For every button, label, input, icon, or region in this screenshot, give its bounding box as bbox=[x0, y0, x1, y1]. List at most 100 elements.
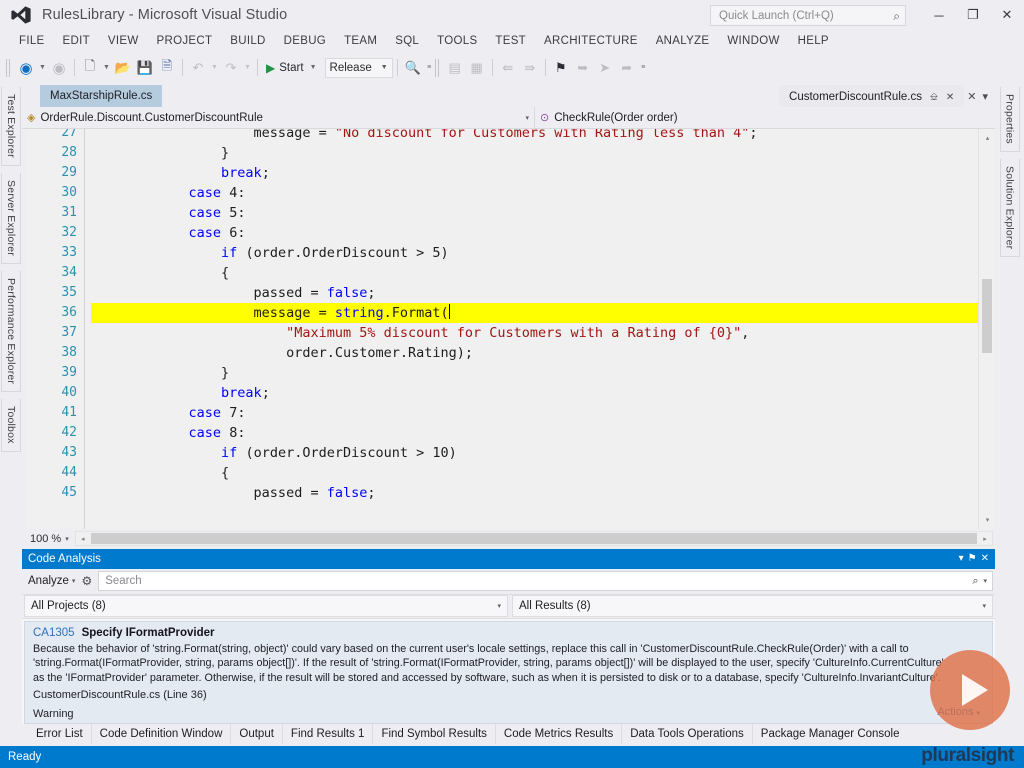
close-panel-icon[interactable]: ✕ bbox=[981, 553, 989, 564]
configuration-combo[interactable]: Release ▼ bbox=[324, 57, 393, 78]
restore-button[interactable]: ❐ bbox=[956, 0, 990, 30]
code-line[interactable]: { bbox=[91, 263, 995, 283]
code-analysis-results-list[interactable]: CA1305 Specify IFormatProvider Because t… bbox=[22, 618, 995, 724]
pin-panel-icon[interactable]: ⚑ bbox=[968, 553, 977, 564]
document-tab-customerdiscountrule[interactable]: CustomerDiscountRule.cs ⎒ ✕ bbox=[779, 85, 965, 107]
analyze-button[interactable]: Analyze bbox=[28, 575, 69, 587]
undo-dropdown-icon[interactable]: ▼ bbox=[209, 57, 220, 79]
new-project-dropdown-icon[interactable]: ▼ bbox=[101, 57, 112, 79]
save-all-icon[interactable]: 🗎 bbox=[156, 57, 178, 79]
hscrollbar-thumb[interactable] bbox=[90, 533, 977, 544]
uncomment-icon[interactable]: ▦ bbox=[466, 57, 488, 79]
sidebar-item-solution-explorer[interactable]: Solution Explorer bbox=[999, 158, 1020, 258]
code-line[interactable]: break; bbox=[91, 383, 995, 403]
code-line[interactable]: case 6: bbox=[91, 223, 995, 243]
open-file-icon[interactable]: 📂 bbox=[112, 57, 134, 79]
tab-error-list[interactable]: Error List bbox=[28, 724, 92, 744]
zoom-level[interactable]: 100 % bbox=[22, 533, 65, 545]
code-text-area[interactable]: message = "No discount for Customers wit… bbox=[85, 129, 995, 529]
editor-vertical-scrollbar[interactable]: ▴ ▾ bbox=[978, 129, 995, 529]
navigate-back-dropdown-icon[interactable]: ▼ bbox=[37, 57, 48, 79]
code-line[interactable]: if (order.OrderDiscount > 10) bbox=[91, 443, 995, 463]
sidebar-item-performance-explorer[interactable]: Performance Explorer bbox=[1, 270, 21, 392]
editor-horizontal-scrollbar[interactable]: ◂ ▸ bbox=[74, 531, 993, 546]
save-icon[interactable]: 💾 bbox=[134, 57, 156, 79]
results-filter-dropdown[interactable]: All Results (8) ▾ bbox=[512, 595, 993, 617]
pin-tab-icon[interactable]: ⎒ bbox=[930, 92, 938, 103]
menu-project[interactable]: PROJECT bbox=[148, 33, 222, 49]
tab-find-symbol-results[interactable]: Find Symbol Results bbox=[373, 724, 496, 744]
member-dropdown[interactable]: ⊙ CheckRule(Order order) bbox=[535, 107, 683, 128]
find-in-files-icon[interactable]: 🔍 bbox=[402, 57, 424, 79]
navigate-forward-icon[interactable]: ◉ bbox=[48, 57, 70, 79]
type-dropdown[interactable]: ◈ OrderRule.Discount.CustomerDiscountRul… bbox=[22, 107, 535, 128]
gear-icon[interactable]: ⚙ bbox=[81, 574, 98, 588]
rule-source-location[interactable]: CustomerDiscountRule.cs (Line 36) bbox=[33, 689, 984, 701]
redo-icon[interactable]: ↷ bbox=[220, 57, 242, 79]
code-line[interactable]: case 8: bbox=[91, 423, 995, 443]
new-project-icon[interactable]: 🗋 bbox=[79, 57, 101, 79]
sidebar-item-properties[interactable]: Properties bbox=[999, 87, 1020, 152]
menu-file[interactable]: FILE bbox=[10, 33, 54, 49]
code-line[interactable]: order.Customer.Rating); bbox=[91, 343, 995, 363]
menu-window[interactable]: WINDOW bbox=[718, 33, 788, 49]
menu-edit[interactable]: EDIT bbox=[54, 33, 99, 49]
minimize-button[interactable]: ─ bbox=[922, 0, 956, 30]
projects-filter-dropdown[interactable]: All Projects (8) ▾ bbox=[24, 595, 508, 617]
search-options-icon[interactable]: ▾ bbox=[983, 577, 987, 585]
bookmark-icon[interactable]: ⚑ bbox=[550, 57, 572, 79]
previous-bookmark-icon[interactable]: ➤ bbox=[594, 57, 616, 79]
indent-icon[interactable]: ⇛ bbox=[519, 57, 541, 79]
tab-data-tools-operations[interactable]: Data Tools Operations bbox=[622, 724, 753, 744]
close-button[interactable]: ✕ bbox=[990, 0, 1024, 30]
menu-team[interactable]: TEAM bbox=[335, 33, 386, 49]
code-line[interactable]: case 5: bbox=[91, 203, 995, 223]
menu-test[interactable]: TEST bbox=[486, 33, 535, 49]
tab-package-manager-console[interactable]: Package Manager Console bbox=[753, 724, 908, 744]
panel-menu-icon[interactable]: ▾ bbox=[959, 553, 964, 564]
search-icon[interactable]: ⌕ bbox=[972, 575, 978, 588]
sidebar-item-test-explorer[interactable]: Test Explorer bbox=[1, 87, 21, 166]
code-editor[interactable]: 27 28 29 30 31 32 33 34 35 36 37 38 39 40 41 42 43 44 45 m… bbox=[22, 129, 995, 529]
analyze-dropdown-icon[interactable]: ▾ bbox=[69, 577, 82, 585]
sidebar-item-toolbox[interactable]: Toolbox bbox=[1, 398, 21, 452]
code-line[interactable]: { bbox=[91, 463, 995, 483]
undo-icon[interactable]: ↶ bbox=[187, 57, 209, 79]
quick-launch-input[interactable]: Quick Launch (Ctrl+Q) ⌕ bbox=[710, 5, 906, 26]
code-line[interactable]: if (order.OrderDiscount > 5) bbox=[91, 243, 995, 263]
menu-view[interactable]: VIEW bbox=[99, 33, 148, 49]
active-files-dropdown-icon[interactable]: ▾ bbox=[979, 90, 991, 103]
outdent-icon[interactable]: ⇚ bbox=[497, 57, 519, 79]
list-item[interactable]: CA1305 Specify IFormatProvider Because t… bbox=[24, 620, 993, 724]
code-line[interactable]: message = string.Format( bbox=[91, 303, 995, 323]
menu-help[interactable]: HELP bbox=[789, 33, 838, 49]
tab-find-results-1[interactable]: Find Results 1 bbox=[283, 724, 374, 744]
scroll-down-icon[interactable]: ▾ bbox=[979, 512, 995, 529]
rule-code[interactable]: CA1305 bbox=[33, 627, 75, 639]
clear-bookmarks-icon[interactable]: ➦ bbox=[616, 57, 638, 79]
toolbar-grip-2[interactable] bbox=[434, 58, 441, 77]
search-icon[interactable]: ⌕ bbox=[885, 10, 900, 22]
code-line[interactable]: case 4: bbox=[91, 183, 995, 203]
close-active-document-icon[interactable]: ✕ bbox=[964, 90, 979, 103]
tab-code-metrics-results[interactable]: Code Metrics Results bbox=[496, 724, 623, 744]
toolbar-grip[interactable] bbox=[6, 58, 12, 77]
scroll-up-icon[interactable]: ▴ bbox=[979, 129, 995, 146]
navigate-back-icon[interactable]: ◉ bbox=[15, 57, 37, 79]
code-line[interactable]: "Maximum 5% discount for Customers with … bbox=[91, 323, 995, 343]
close-tab-icon[interactable]: ✕ bbox=[946, 92, 954, 103]
scroll-left-icon[interactable]: ◂ bbox=[76, 535, 90, 543]
find-overflow-icon[interactable]: ≡ bbox=[424, 57, 435, 79]
code-line[interactable]: } bbox=[91, 143, 995, 163]
menu-analyze[interactable]: ANALYZE bbox=[647, 33, 719, 49]
start-dropdown-icon[interactable]: ▼ bbox=[308, 57, 319, 79]
scrollbar-thumb[interactable] bbox=[982, 279, 992, 353]
menu-sql[interactable]: SQL bbox=[386, 33, 428, 49]
comment-icon[interactable]: ▤ bbox=[444, 57, 466, 79]
tab-code-definition-window[interactable]: Code Definition Window bbox=[92, 724, 232, 744]
sidebar-item-server-explorer[interactable]: Server Explorer bbox=[1, 172, 21, 264]
indicator-margin[interactable] bbox=[27, 129, 45, 529]
code-line[interactable]: case 7: bbox=[91, 403, 995, 423]
tab-output[interactable]: Output bbox=[231, 724, 283, 744]
code-line[interactable]: passed = false; bbox=[91, 483, 995, 503]
